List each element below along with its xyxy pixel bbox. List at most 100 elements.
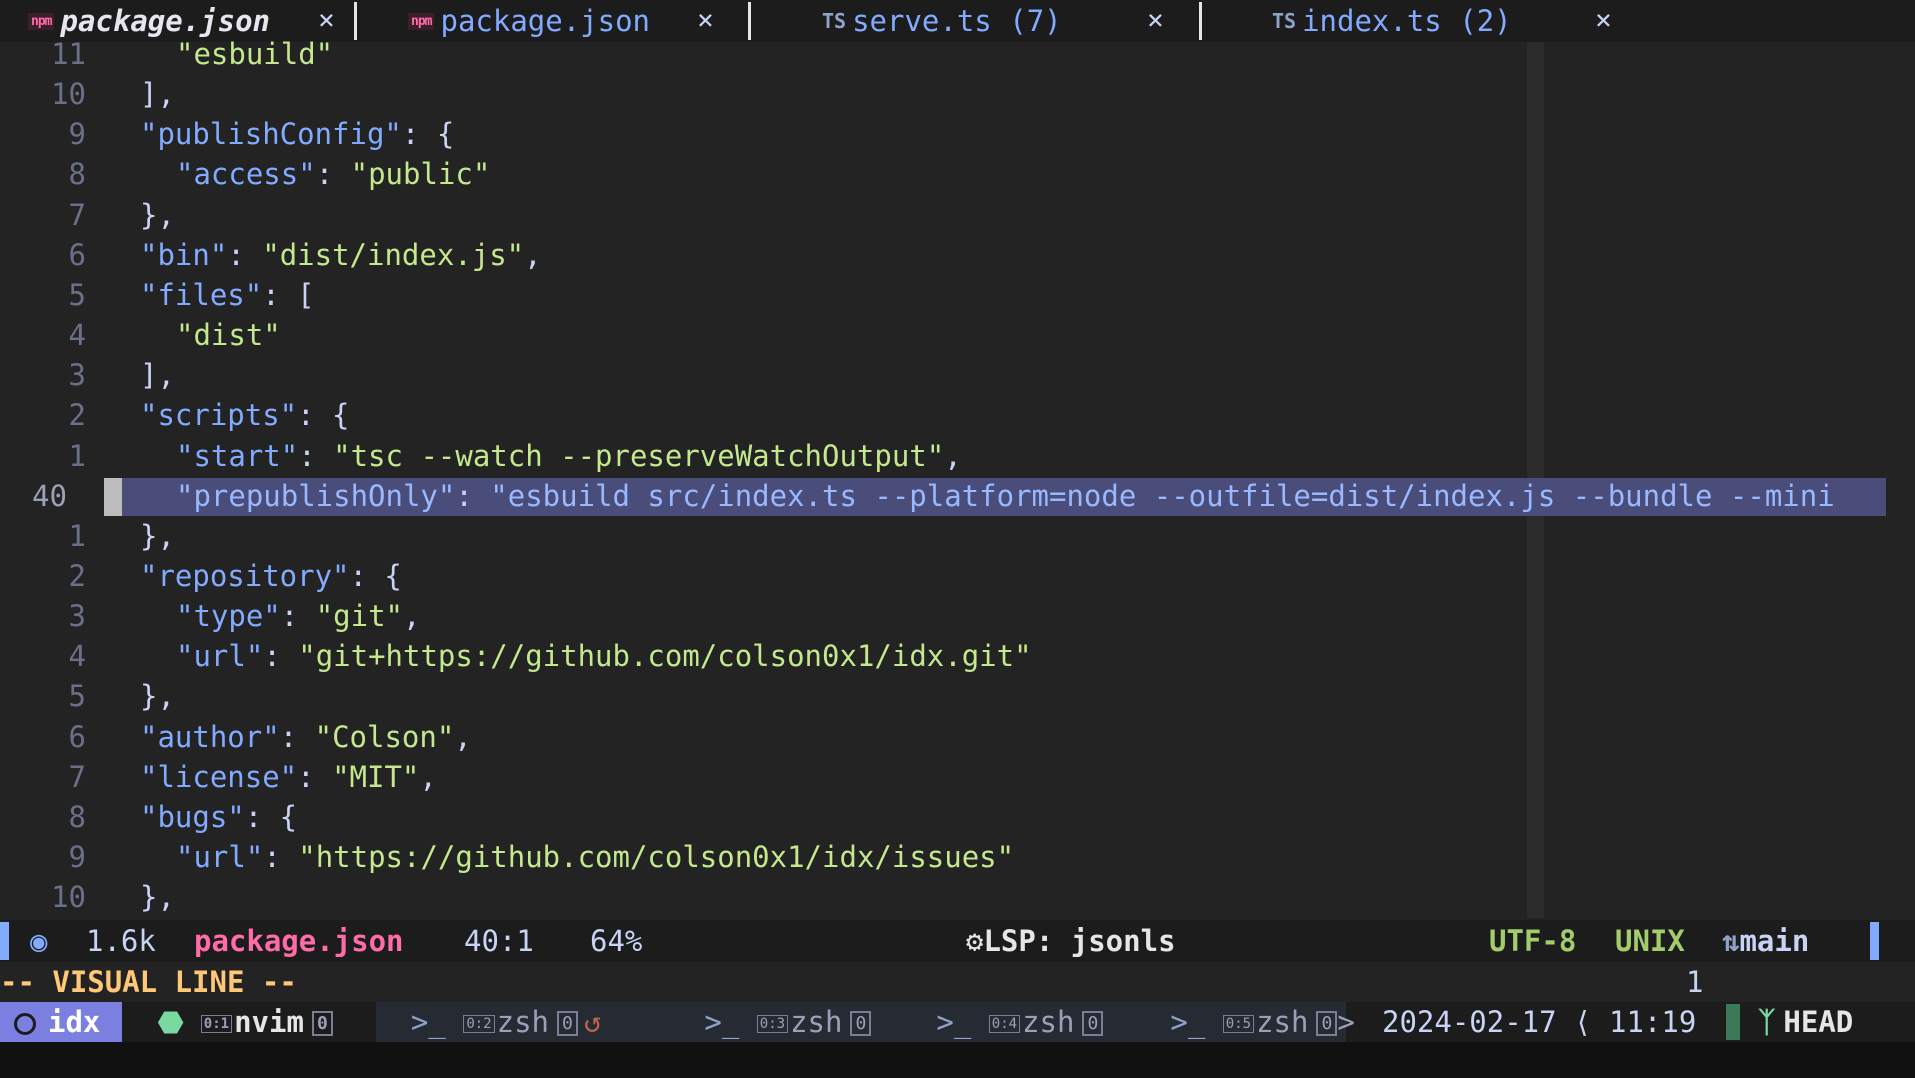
line-number: 7 — [68, 197, 86, 232]
line-number: 6 — [68, 237, 86, 272]
statusline-right-bar — [1870, 922, 1879, 960]
line-code: "author": "Colson", — [140, 717, 472, 757]
git-compare-icon: ⇅ — [1722, 924, 1740, 958]
line-code: "start": "tsc --watch --preserveWatchOut… — [176, 436, 962, 476]
code-token: "tsc --watch --preserveWatchOutput" — [333, 438, 945, 473]
code-line[interactable]: 2 "repository": { — [0, 556, 1885, 596]
file-name: package.json — [194, 924, 404, 958]
code-line[interactable]: 7}, — [0, 195, 1885, 235]
terminal-screen: npm package.json × npm package.json × TS… — [0, 0, 1915, 1078]
code-line[interactable]: 5 "files": [ — [0, 275, 1885, 315]
code-token: "esbuild" — [176, 37, 334, 71]
scroll-percent: 64% — [590, 924, 643, 958]
close-tab-button[interactable]: × — [1147, 3, 1164, 36]
close-tab-button[interactable]: × — [1595, 3, 1612, 36]
code-line[interactable]: 2 "scripts": { — [0, 395, 1885, 435]
line-code: "files": [ — [140, 275, 315, 315]
code-line[interactable]: 8 "access": "public" — [0, 154, 1885, 194]
command-line[interactable]: -- VISUAL LINE -- 1 — [0, 962, 1915, 1002]
line-code: }, — [140, 516, 175, 556]
tmux-window-zsh-3[interactable]: >_ 0:4 zsh 0 — [884, 1002, 1118, 1042]
code-line[interactable]: 4 "url": "git+https://github.com/colson0x… — [0, 636, 1885, 676]
git-branch-icon: ᛉ — [1758, 1005, 1776, 1039]
code-line[interactable]: 9 "publishConfig": { — [0, 114, 1885, 154]
code-line[interactable]: 9 "url": "https://github.com/colson0x1/id… — [0, 837, 1885, 877]
code-line[interactable]: 6 "author": "Colson", — [0, 717, 1885, 757]
code-token: "dist" — [176, 318, 281, 353]
line-number: 5 — [68, 679, 86, 714]
line-code: "repository": { — [140, 556, 402, 596]
code-line[interactable]: 4 "dist" — [0, 315, 1885, 355]
cursor-position: 40:1 — [464, 924, 534, 958]
code-token: "MIT" — [332, 759, 420, 794]
code-token: "start" — [176, 438, 299, 473]
code-token: }, — [140, 518, 175, 553]
arrow-icon: > — [1337, 1005, 1355, 1039]
line-number: 8 — [68, 799, 86, 834]
code-line[interactable]: 8 "bugs": { — [0, 797, 1885, 837]
code-token: : — [455, 478, 491, 513]
code-editor[interactable]: 11 "esbuild" 10], 9 "publishConfig": {8 "acce… — [0, 34, 1915, 920]
tmux-window-nvim[interactable]: ⬣ 0:1 nvim 0 — [158, 1002, 333, 1042]
code-token: : — [298, 438, 334, 473]
line-code: "scripts": { — [140, 395, 350, 435]
code-line[interactable]: 7 "license": "MIT", — [0, 757, 1885, 797]
line-number: 40 — [32, 478, 67, 513]
line-code: "esbuild" — [176, 34, 333, 74]
code-line[interactable]: 10}, — [0, 877, 1885, 917]
line-number: 2 — [68, 558, 86, 593]
line-code: "license": "MIT", — [140, 757, 437, 797]
code-line[interactable]: 6 "bin": "dist/index.js", — [0, 235, 1885, 275]
code-line[interactable]: 1}, — [0, 516, 1885, 556]
close-tab-button[interactable]: × — [697, 3, 714, 36]
line-number: 4 — [68, 318, 86, 353]
line-code: "prepublishOnly": "esbuild src/index.ts … — [176, 476, 1835, 516]
line-code: ], — [140, 74, 175, 114]
code-line[interactable]: 3 "type": "git", — [0, 596, 1885, 636]
line-code: ], — [140, 355, 175, 395]
code-token: "public" — [350, 157, 491, 192]
mode-indicator: -- VISUAL LINE -- — [0, 965, 297, 999]
line-code: "publishConfig": { — [140, 114, 454, 154]
line-code: }, — [140, 877, 175, 917]
line-number: 1 — [68, 438, 86, 473]
close-tab-button[interactable]: × — [318, 3, 335, 36]
terminal-icon: >_ — [936, 1005, 972, 1039]
statusline: ◉ 1.6k package.json 40:1 64% ⚙LSP: jsonl… — [0, 920, 1915, 962]
tmux-session[interactable]: idx — [0, 1002, 122, 1042]
current-line[interactable]: 40 "prepublishOnly": "esbuild src/index.t… — [0, 476, 1886, 516]
terminal-icon: >_ — [410, 1005, 446, 1039]
tmux-window-zsh-2[interactable]: >_ 0:3 zsh 0 — [652, 1002, 884, 1042]
line-number: 6 — [68, 719, 86, 754]
line-code: "bin": "dist/index.js", — [140, 235, 542, 275]
code-token: "bin" — [140, 237, 228, 272]
statusline-left-bar — [0, 922, 9, 960]
code-token: "publishConfig" — [140, 117, 402, 152]
code-line[interactable]: 5}, — [0, 676, 1885, 716]
code-token: "license" — [140, 759, 298, 794]
tab-label: index.ts (2) — [1302, 4, 1512, 38]
tab-label: package.json — [440, 4, 650, 38]
line-number: 3 — [68, 358, 86, 393]
line-code: "url": "https://github.com/colson0x1/idx… — [176, 837, 1014, 877]
code-token: : { — [349, 558, 402, 593]
typescript-icon: TS — [822, 9, 847, 33]
tmux-datetime: 2024-02-17 ⟨ 11:19 — [1382, 1005, 1697, 1039]
line-code: "url": "git+https://github.com/colson0x1… — [176, 636, 1032, 676]
tmux-window-zsh-1[interactable]: >_ 0:2 zsh 0 ↺ — [376, 1002, 652, 1042]
line-number: 11 — [51, 37, 86, 71]
code-line[interactable]: 11 "esbuild" — [0, 34, 1885, 74]
tmux-window-zsh-4[interactable]: >_ 0:5 zsh 0 > — [1118, 1002, 1355, 1042]
code-line[interactable]: 10], — [0, 74, 1885, 114]
code-line[interactable]: 1 "start": "tsc --watch --preserveWatchOu… — [0, 436, 1885, 476]
code-token: : — [315, 157, 351, 192]
line-number: 7 — [68, 759, 86, 794]
code-token: , — [524, 237, 542, 272]
code-token: "Colson" — [314, 719, 455, 754]
line-number: 10 — [51, 880, 86, 915]
code-token: "files" — [140, 277, 263, 312]
chevron-left-icon: ⟨ — [1574, 1005, 1592, 1039]
line-number: 9 — [68, 840, 86, 874]
lsp-status: ⚙LSP: jsonls — [966, 924, 1176, 958]
code-line[interactable]: 3], — [0, 355, 1885, 395]
